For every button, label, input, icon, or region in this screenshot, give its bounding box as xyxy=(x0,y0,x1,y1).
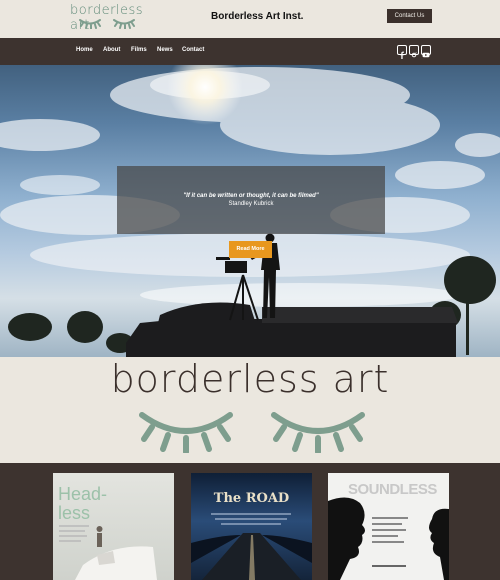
quote-text: "If it can be written or thought, it can… xyxy=(183,193,319,199)
brand-section: borderless art xyxy=(0,357,500,463)
nav-films[interactable]: Films xyxy=(131,47,147,53)
facebook-icon[interactable] xyxy=(397,45,407,59)
nav-home[interactable]: Home xyxy=(76,47,93,53)
poster-art xyxy=(59,525,157,580)
closed-eyes-icon xyxy=(79,19,135,29)
film-poster-headless[interactable]: Head-less xyxy=(53,473,174,580)
instagram-icon[interactable] xyxy=(409,45,419,58)
read-more-button[interactable]: Read More xyxy=(229,241,272,258)
poster-art xyxy=(191,513,312,580)
nav-news[interactable]: News xyxy=(157,47,173,53)
nav-about[interactable]: About xyxy=(103,47,120,53)
closed-eyes-icon xyxy=(139,412,365,453)
quote-box: "If it can be written or thought, it can… xyxy=(117,166,385,234)
hero-banner: "If it can be written or thought, it can… xyxy=(0,65,500,357)
youtube-icon[interactable] xyxy=(421,45,431,58)
quote-author: Standley Kubrick xyxy=(228,201,274,207)
film-poster-soundless[interactable]: SOUNDLESS xyxy=(328,473,449,580)
contact-us-button[interactable]: Contact Us xyxy=(387,9,432,23)
site-title: Borderless Art Inst. xyxy=(211,11,304,22)
main-nav: Home About Films News Contact xyxy=(0,38,500,65)
top-header: borderless art Borderless Art Inst. Cont… xyxy=(0,0,500,38)
brand-wordmark: borderless art xyxy=(110,357,390,401)
poster-art xyxy=(328,497,449,580)
site-logo[interactable]: borderless art xyxy=(70,3,144,33)
film-poster-the-road[interactable]: The ROAD xyxy=(191,473,312,580)
nav-contact[interactable]: Contact xyxy=(182,47,204,53)
films-section: Head-less The ROAD SOUNDLESS xyxy=(0,463,500,580)
